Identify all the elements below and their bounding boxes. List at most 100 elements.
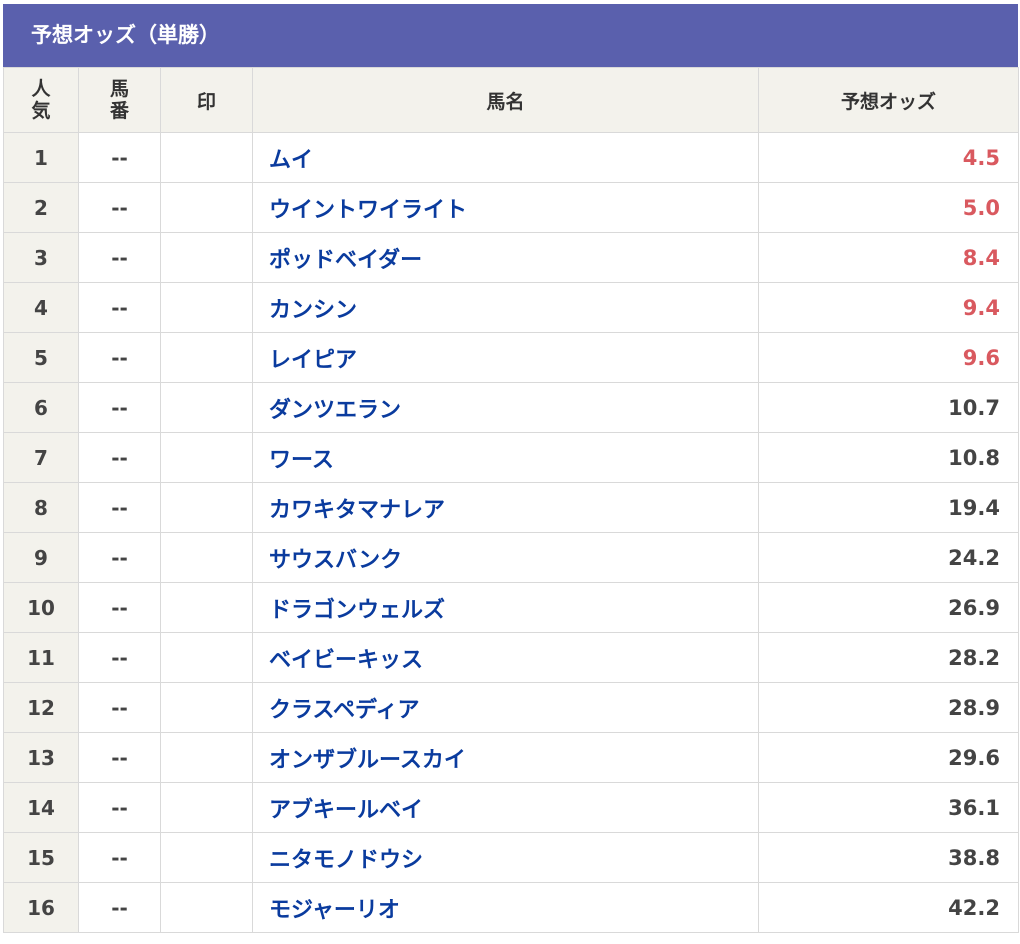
horse-name-link[interactable]: ポッドベイダー <box>252 232 759 283</box>
horse-number-cell: -- <box>78 132 161 183</box>
odds-value: 36.1 <box>758 782 1019 833</box>
table-row: 12 -- クラスペディア 28.9 <box>3 682 1019 733</box>
rank-cell: 11 <box>3 632 79 683</box>
table-row: 5 -- レイピア 9.6 <box>3 332 1019 383</box>
rank-cell: 12 <box>3 682 79 733</box>
table-row: 3 -- ポッドベイダー 8.4 <box>3 232 1019 283</box>
table-header-row: 人 気 馬 番 印 馬名 予想オッズ <box>3 67 1019 133</box>
horse-number-cell: -- <box>78 832 161 883</box>
mark-cell[interactable] <box>160 382 253 433</box>
horse-number-cell: -- <box>78 382 161 433</box>
table-row: 4 -- カンシン 9.4 <box>3 282 1019 333</box>
rank-cell: 3 <box>3 232 79 283</box>
header-rank-line1: 人 <box>31 78 51 100</box>
horse-name-link[interactable]: ドラゴンウェルズ <box>252 582 759 633</box>
odds-value: 4.5 <box>758 132 1019 183</box>
header-rank: 人 気 <box>3 67 79 133</box>
table-row: 15 -- ニタモノドウシ 38.8 <box>3 832 1019 883</box>
table-row: 16 -- モジャーリオ 42.2 <box>3 882 1019 933</box>
header-rank-line2: 気 <box>31 100 51 122</box>
horse-number-cell: -- <box>78 332 161 383</box>
rank-cell: 15 <box>3 832 79 883</box>
odds-value: 29.6 <box>758 732 1019 783</box>
horse-number-cell: -- <box>78 632 161 683</box>
horse-name-link[interactable]: カンシン <box>252 282 759 333</box>
odds-value: 5.0 <box>758 182 1019 233</box>
rank-cell: 1 <box>3 132 79 183</box>
table-row: 13 -- オンザブルースカイ 29.6 <box>3 732 1019 783</box>
horse-name-link[interactable]: ムイ <box>252 132 759 183</box>
horse-name-link[interactable]: ニタモノドウシ <box>252 832 759 883</box>
table-row: 11 -- ベイビーキッス 28.2 <box>3 632 1019 683</box>
horse-name-link[interactable]: モジャーリオ <box>252 882 759 933</box>
rank-cell: 16 <box>3 882 79 933</box>
table-row: 1 -- ムイ 4.5 <box>3 132 1019 183</box>
horse-name-link[interactable]: カワキタマナレア <box>252 482 759 533</box>
rank-cell: 14 <box>3 782 79 833</box>
odds-value: 26.9 <box>758 582 1019 633</box>
odds-value: 8.4 <box>758 232 1019 283</box>
odds-table: 人 気 馬 番 印 馬名 予想オッズ 1 -- ムイ 4.5 2 -- ウイントワイライト 5… <box>3 67 1019 933</box>
horse-name-link[interactable]: ウイントワイライト <box>252 182 759 233</box>
rank-cell: 7 <box>3 432 79 483</box>
horse-name-link[interactable]: レイピア <box>252 332 759 383</box>
odds-value: 10.8 <box>758 432 1019 483</box>
table-row: 6 -- ダンツエラン 10.7 <box>3 382 1019 433</box>
mark-cell[interactable] <box>160 582 253 633</box>
header-number: 馬 番 <box>78 67 161 133</box>
mark-cell[interactable] <box>160 632 253 683</box>
horse-name-link[interactable]: アブキールベイ <box>252 782 759 833</box>
header-mark: 印 <box>160 67 253 133</box>
mark-cell[interactable] <box>160 732 253 783</box>
horse-number-cell: -- <box>78 682 161 733</box>
mark-cell[interactable] <box>160 332 253 383</box>
mark-cell[interactable] <box>160 132 253 183</box>
mark-cell[interactable] <box>160 782 253 833</box>
mark-cell[interactable] <box>160 282 253 333</box>
horse-name-link[interactable]: ベイビーキッス <box>252 632 759 683</box>
horse-number-cell: -- <box>78 182 161 233</box>
horse-number-cell: -- <box>78 482 161 533</box>
odds-value: 28.9 <box>758 682 1019 733</box>
horse-number-cell: -- <box>78 432 161 483</box>
horse-number-cell: -- <box>78 782 161 833</box>
horse-name-link[interactable]: クラスペディア <box>252 682 759 733</box>
table-row: 8 -- カワキタマナレア 19.4 <box>3 482 1019 533</box>
odds-value: 24.2 <box>758 532 1019 583</box>
table-row: 7 -- ワース 10.8 <box>3 432 1019 483</box>
horse-name-link[interactable]: ワース <box>252 432 759 483</box>
rank-cell: 9 <box>3 532 79 583</box>
table-row: 14 -- アブキールベイ 36.1 <box>3 782 1019 833</box>
panel-title: 予想オッズ（単勝） <box>3 4 1018 67</box>
odds-value: 10.7 <box>758 382 1019 433</box>
mark-cell[interactable] <box>160 432 253 483</box>
odds-value: 19.4 <box>758 482 1019 533</box>
horse-number-cell: -- <box>78 882 161 933</box>
rank-cell: 2 <box>3 182 79 233</box>
table-row: 9 -- サウスバンク 24.2 <box>3 532 1019 583</box>
mark-cell[interactable] <box>160 832 253 883</box>
table-row: 2 -- ウイントワイライト 5.0 <box>3 182 1019 233</box>
horse-number-cell: -- <box>78 732 161 783</box>
horse-number-cell: -- <box>78 282 161 333</box>
header-number-line1: 馬 <box>109 78 129 100</box>
rank-cell: 4 <box>3 282 79 333</box>
header-odds: 予想オッズ <box>758 67 1019 133</box>
horse-name-link[interactable]: サウスバンク <box>252 532 759 583</box>
horse-name-link[interactable]: オンザブルースカイ <box>252 732 759 783</box>
rank-cell: 10 <box>3 582 79 633</box>
rank-cell: 5 <box>3 332 79 383</box>
rank-cell: 8 <box>3 482 79 533</box>
rank-cell: 6 <box>3 382 79 433</box>
mark-cell[interactable] <box>160 232 253 283</box>
header-number-line2: 番 <box>109 100 129 122</box>
odds-value: 42.2 <box>758 882 1019 933</box>
mark-cell[interactable] <box>160 182 253 233</box>
mark-cell[interactable] <box>160 882 253 933</box>
horse-name-link[interactable]: ダンツエラン <box>252 382 759 433</box>
mark-cell[interactable] <box>160 482 253 533</box>
header-horse-name: 馬名 <box>252 67 759 133</box>
mark-cell[interactable] <box>160 532 253 583</box>
mark-cell[interactable] <box>160 682 253 733</box>
horse-number-cell: -- <box>78 582 161 633</box>
